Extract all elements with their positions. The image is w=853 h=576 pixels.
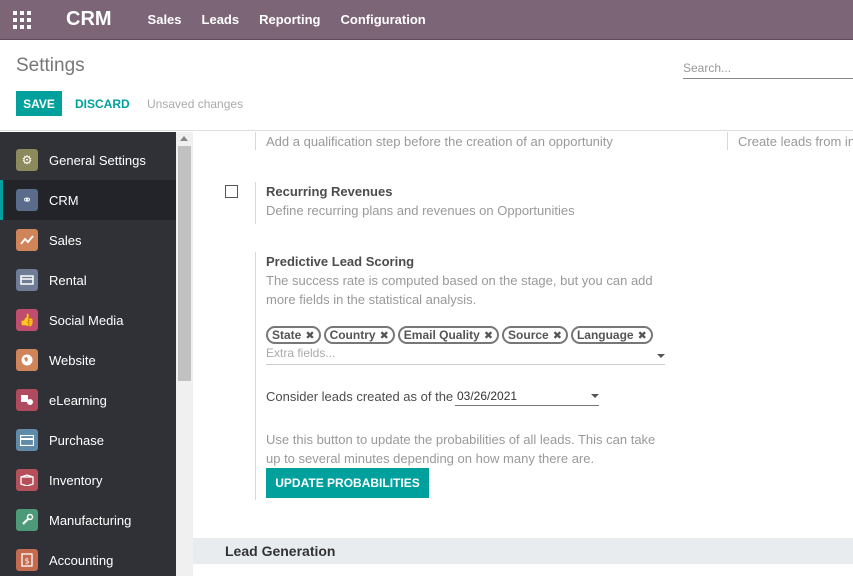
control-panel: Settings SAVE DISCARD Unsaved changes bbox=[0, 41, 853, 131]
update-description-line2: up to several minutes depending on how m… bbox=[266, 451, 595, 466]
tag-label: Source bbox=[508, 328, 549, 342]
qualification-step-description: Add a qualification step before the crea… bbox=[266, 134, 613, 149]
dropdown-caret-icon[interactable] bbox=[657, 354, 665, 358]
sidebar-item-inventory[interactable]: Inventory bbox=[0, 460, 176, 500]
divider bbox=[255, 252, 256, 500]
recurring-revenues-description: Define recurring plans and revenues on O… bbox=[266, 203, 575, 218]
apps-menu-icon[interactable] bbox=[0, 0, 44, 40]
tag-state: State ✖ bbox=[266, 326, 321, 344]
divider bbox=[727, 132, 728, 150]
sidebar-item-website[interactable]: Website bbox=[0, 340, 176, 380]
wrench-icon bbox=[16, 509, 38, 531]
consider-leads-label: Consider leads created as of the bbox=[266, 389, 454, 404]
sidebar-item-purchase[interactable]: Purchase bbox=[0, 420, 176, 460]
scoring-fields-tags: State ✖ Country ✖ Email Quality ✖ Source ✖ L… bbox=[266, 326, 653, 344]
tag-email-quality: Email Quality ✖ bbox=[397, 326, 500, 344]
box-icon bbox=[16, 469, 38, 491]
sidebar-item-crm[interactable]: ⚭ CRM bbox=[0, 180, 176, 220]
chart-icon bbox=[16, 229, 38, 251]
lead-generation-description: Create leads from in bbox=[738, 134, 853, 149]
sidebar-item-manufacturing[interactable]: Manufacturing bbox=[0, 500, 176, 540]
sidebar-item-label: CRM bbox=[49, 192, 79, 208]
sidebar-item-label: Inventory bbox=[49, 472, 103, 488]
remove-tag-icon[interactable]: ✖ bbox=[380, 329, 389, 342]
tag-language: Language ✖ bbox=[570, 326, 653, 344]
scrollbar-thumb[interactable] bbox=[178, 146, 191, 381]
menu-configuration[interactable]: Configuration bbox=[341, 12, 426, 27]
sidebar-item-label: Manufacturing bbox=[49, 512, 132, 528]
divider bbox=[255, 132, 256, 150]
section-title: Lead Generation bbox=[225, 543, 336, 559]
card-icon bbox=[16, 429, 38, 451]
elearning-icon bbox=[16, 389, 38, 411]
sidebar-scrollbar[interactable] bbox=[176, 132, 193, 576]
sidebar-item-label: Purchase bbox=[49, 432, 104, 448]
app-brand[interactable]: CRM bbox=[66, 8, 112, 31]
recurring-revenues-title: Recurring Revenues bbox=[266, 184, 393, 199]
sidebar-item-label: Sales bbox=[49, 232, 82, 248]
lead-generation-section-header: Lead Generation bbox=[193, 538, 853, 564]
globe-icon bbox=[16, 349, 38, 371]
update-probabilities-button[interactable]: UPDATE PROBABILITIES bbox=[266, 468, 429, 498]
remove-tag-icon[interactable]: ✖ bbox=[305, 329, 314, 342]
tag-source: Source ✖ bbox=[502, 326, 568, 344]
lead-date-input[interactable]: 03/26/2021 bbox=[455, 386, 599, 406]
menu-sales[interactable]: Sales bbox=[148, 12, 182, 27]
extra-fields-input[interactable]: Extra fields... bbox=[266, 346, 665, 365]
sidebar-item-general-settings[interactable]: ⚙ General Settings bbox=[0, 140, 176, 180]
menu-leads[interactable]: Leads bbox=[202, 12, 240, 27]
extra-fields-placeholder: Extra fields... bbox=[266, 346, 336, 360]
document-icon: $ bbox=[16, 549, 38, 571]
scoring-description-line1: The success rate is computed based on th… bbox=[266, 273, 653, 288]
remove-tag-icon[interactable]: ✖ bbox=[484, 329, 493, 342]
sidebar-item-accounting[interactable]: $ Accounting bbox=[0, 540, 176, 576]
date-dropdown-caret-icon[interactable] bbox=[591, 394, 599, 398]
remove-tag-icon[interactable]: ✖ bbox=[638, 329, 647, 342]
top-navbar: CRM Sales Leads Reporting Configuration bbox=[0, 0, 853, 40]
sidebar-item-label: Social Media bbox=[49, 312, 124, 328]
divider bbox=[255, 182, 256, 224]
page-title: Settings bbox=[16, 55, 85, 76]
predictive-lead-scoring-title: Predictive Lead Scoring bbox=[266, 254, 415, 269]
handshake-icon: ⚭ bbox=[16, 189, 38, 211]
sidebar-item-label: Accounting bbox=[49, 552, 114, 568]
sidebar-item-social-media[interactable]: 👍 Social Media bbox=[0, 300, 176, 340]
settings-content: Add a qualification step before the crea… bbox=[193, 132, 853, 576]
search-input[interactable] bbox=[683, 57, 853, 79]
tag-label: Country bbox=[329, 328, 376, 342]
svg-text:$: $ bbox=[24, 557, 29, 566]
lead-date-value: 03/26/2021 bbox=[457, 389, 518, 403]
sidebar-item-rental[interactable]: Rental bbox=[0, 260, 176, 300]
tag-label: Email Quality bbox=[403, 328, 480, 342]
recurring-revenues-checkbox[interactable] bbox=[225, 185, 238, 198]
settings-sidebar: ⚙ General Settings ⚭ CRM Sales Rental 👍 … bbox=[0, 132, 176, 576]
tag-country: Country ✖ bbox=[323, 326, 395, 344]
scoring-description-line2: more fields in the statistical analysis. bbox=[266, 292, 477, 307]
sidebar-item-label: Rental bbox=[49, 272, 87, 288]
tag-label: State bbox=[272, 328, 302, 342]
gear-icon: ⚙ bbox=[16, 149, 38, 171]
scroll-up-arrow-icon[interactable] bbox=[180, 136, 188, 141]
rental-icon bbox=[16, 269, 38, 291]
sidebar-item-sales[interactable]: Sales bbox=[0, 220, 176, 260]
sidebar-item-elearning[interactable]: eLearning bbox=[0, 380, 176, 420]
unsaved-status: Unsaved changes bbox=[147, 97, 244, 111]
save-button[interactable]: SAVE bbox=[16, 91, 62, 116]
tag-label: Language bbox=[576, 328, 634, 342]
remove-tag-icon[interactable]: ✖ bbox=[553, 329, 562, 342]
update-description-line1: Use this button to update the probabilit… bbox=[266, 432, 656, 447]
thumbs-up-icon: 👍 bbox=[16, 309, 38, 331]
sidebar-item-label: eLearning bbox=[49, 392, 107, 408]
discard-button[interactable]: DISCARD bbox=[75, 97, 130, 111]
menu-reporting[interactable]: Reporting bbox=[259, 12, 320, 27]
sidebar-item-label: Website bbox=[49, 352, 96, 368]
sidebar-item-label: General Settings bbox=[49, 152, 146, 168]
